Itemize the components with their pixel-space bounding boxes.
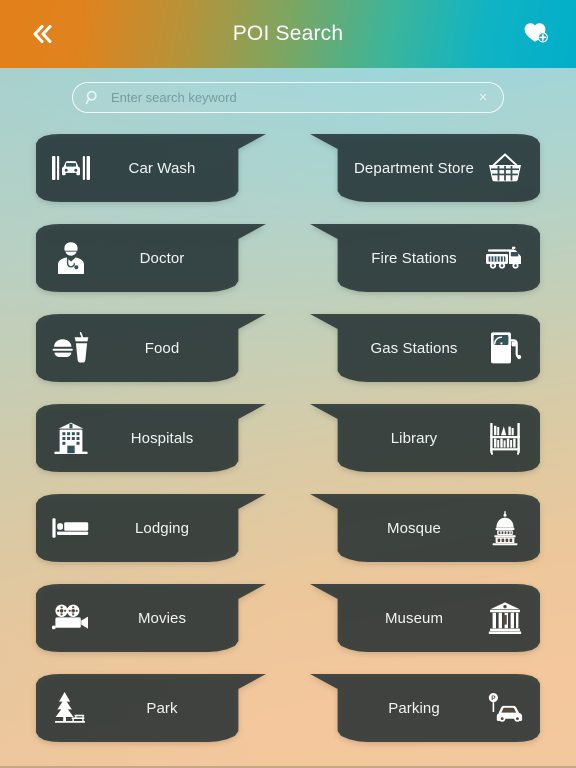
doctor-icon: [50, 237, 92, 279]
category-card-library[interactable]: Library: [310, 404, 540, 472]
bookshelf-icon: [484, 417, 526, 459]
card-content: Food: [36, 314, 266, 382]
card-content: Fire Stations: [310, 224, 540, 292]
back-button[interactable]: [14, 0, 70, 68]
category-card-fire-stations[interactable]: Fire Stations: [310, 224, 540, 292]
app-header: POI Search: [0, 0, 576, 68]
category-card-hospitals[interactable]: Hospitals: [36, 404, 266, 472]
category-card-museum[interactable]: Museum: [310, 584, 540, 652]
category-row: Hospitals Library: [0, 398, 576, 488]
park-tree-icon: [50, 687, 92, 729]
category-card-mosque[interactable]: Mosque: [310, 494, 540, 562]
heart-plus-icon: [523, 20, 549, 49]
category-card-parking[interactable]: P Parking: [310, 674, 540, 742]
svg-text:P: P: [491, 695, 496, 702]
card-content: Hospitals: [36, 404, 266, 472]
category-grid: Car Wash Department Store Doctor Fire Stati…: [0, 128, 576, 758]
category-row: Doctor Fire Stations: [0, 218, 576, 308]
category-label: Food: [144, 339, 180, 357]
category-label: Hospitals: [130, 429, 194, 447]
category-label: Lodging: [134, 519, 190, 537]
card-content: Department Store: [310, 134, 540, 202]
category-label: Parking: [388, 699, 440, 717]
category-card-lodging[interactable]: Lodging: [36, 494, 266, 562]
burger-drink-icon: [50, 327, 92, 369]
category-label: Department Store: [354, 159, 474, 177]
search-input[interactable]: [111, 87, 471, 108]
card-content: Car Wash: [36, 134, 266, 202]
category-card-movies[interactable]: Movies: [36, 584, 266, 652]
category-row: Food Gas Stations: [0, 308, 576, 398]
category-card-department-store[interactable]: Department Store: [310, 134, 540, 202]
category-label: Library: [390, 429, 438, 447]
category-row: Car Wash Department Store: [0, 128, 576, 218]
card-content: Movies: [36, 584, 266, 652]
category-label: Car Wash: [128, 159, 196, 177]
hospital-icon: [50, 417, 92, 459]
category-row: Lodging Mosque: [0, 488, 576, 578]
category-card-doctor[interactable]: Doctor: [36, 224, 266, 292]
card-content: P Parking: [310, 674, 540, 742]
fire-truck-icon: [484, 237, 526, 279]
card-content: Mosque: [310, 494, 540, 562]
card-content: Library: [310, 404, 540, 472]
page-title: POI Search: [232, 22, 344, 45]
category-label: Museum: [384, 609, 444, 627]
card-content: Park: [36, 674, 266, 742]
search-bar[interactable]: ×: [72, 82, 504, 113]
fuel-pump-icon: [484, 327, 526, 369]
film-projector-icon: [50, 597, 92, 639]
category-label: Mosque: [387, 519, 441, 537]
parking-car-icon: P: [484, 687, 526, 729]
category-label: Park: [146, 699, 178, 717]
shopping-basket-icon: [484, 147, 526, 189]
double-chevron-left-icon: [29, 23, 55, 45]
category-card-park[interactable]: Park: [36, 674, 266, 742]
domed-building-icon: [484, 507, 526, 549]
car-wash-icon: [50, 147, 92, 189]
card-content: Museum: [310, 584, 540, 652]
category-card-food[interactable]: Food: [36, 314, 266, 382]
category-label: Fire Stations: [371, 249, 457, 267]
clear-search-button[interactable]: ×: [471, 86, 495, 110]
category-label: Movies: [137, 609, 187, 627]
category-row: Park P Parking: [0, 668, 576, 758]
category-row: Movies Museum: [0, 578, 576, 668]
category-label: Gas Stations: [370, 339, 458, 357]
category-card-gas-stations[interactable]: Gas Stations: [310, 314, 540, 382]
poi-search-screen: POI Search × Car Wash Department Store Doc…: [0, 0, 576, 768]
card-content: Lodging: [36, 494, 266, 562]
add-favorite-button[interactable]: [508, 0, 564, 68]
category-card-car-wash[interactable]: Car Wash: [36, 134, 266, 202]
card-content: Gas Stations: [310, 314, 540, 382]
card-content: Doctor: [36, 224, 266, 292]
search-icon[interactable]: [85, 90, 101, 106]
museum-icon: [484, 597, 526, 639]
category-label: Doctor: [139, 249, 185, 267]
bed-icon: [50, 507, 92, 549]
